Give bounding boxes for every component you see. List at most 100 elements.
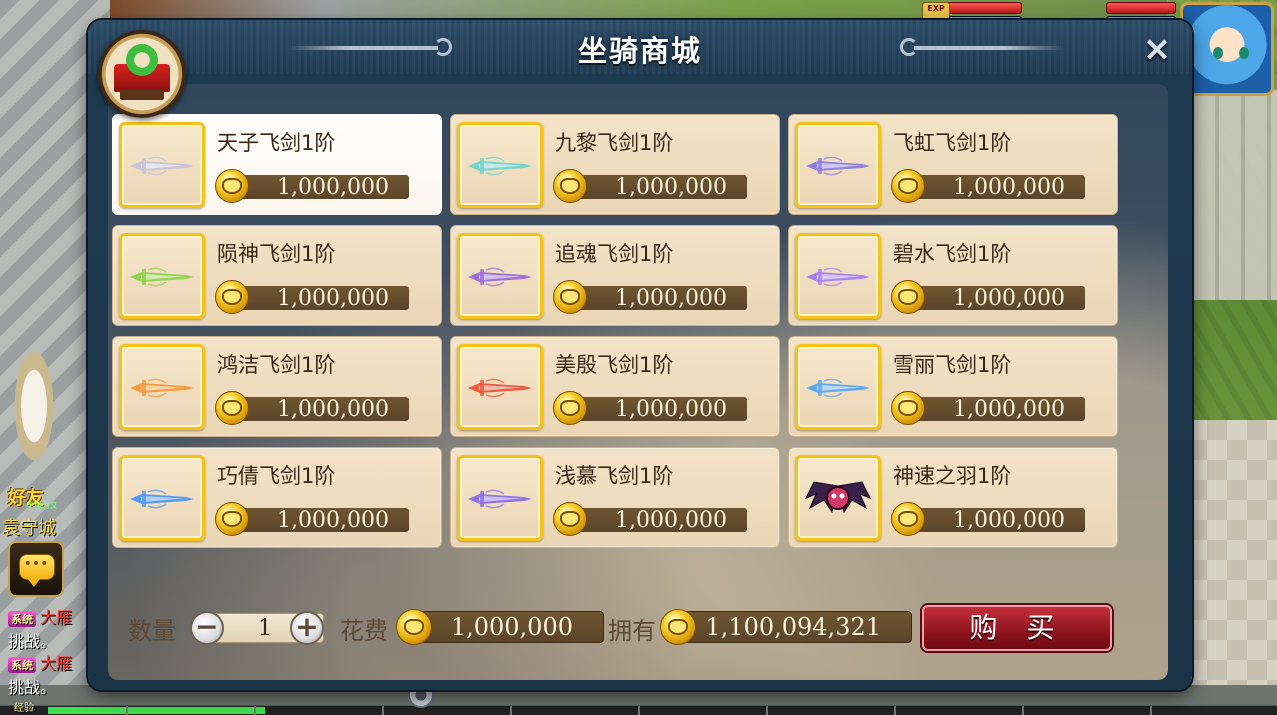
mount-shop-dialog: 坐骑商城 × 天子飞剑1阶 1,000,000 九黎飞剑1阶 1,000,000 飞虹飞… xyxy=(88,20,1192,690)
item-name: 神速之羽1阶 xyxy=(893,464,1012,488)
mount-item-card[interactable]: 神速之羽1阶 1,000,000 xyxy=(788,447,1118,548)
item-price: 1,000,000 xyxy=(277,397,389,422)
gold-coin-icon xyxy=(215,280,249,314)
sword-indigo-icon xyxy=(468,489,532,509)
gold-coin-icon xyxy=(660,609,696,645)
decrease-quantity-button[interactable]: − xyxy=(190,611,224,645)
item-price: 1,000,000 xyxy=(953,175,1065,200)
item-price: 1,000,000 xyxy=(277,286,389,311)
item-thumbnail[interactable] xyxy=(119,455,205,541)
item-price: 1,000,000 xyxy=(615,286,727,311)
sword-green-icon xyxy=(130,267,194,287)
item-thumbnail[interactable] xyxy=(119,344,205,430)
item-grid: 天子飞剑1阶 1,000,000 九黎飞剑1阶 1,000,000 飞虹飞剑1阶 1,00… xyxy=(112,114,1118,548)
gold-coin-icon xyxy=(553,391,587,425)
item-name: 巧倩飞剑1阶 xyxy=(217,464,336,488)
item-name: 浅慕飞剑1阶 xyxy=(555,464,674,488)
item-price: 1,000,000 xyxy=(615,508,727,533)
sword-orange-icon xyxy=(130,378,194,398)
mount-item-card[interactable]: 追魂飞剑1阶 1,000,000 xyxy=(450,225,780,326)
gold-coin-icon xyxy=(891,169,925,203)
mount-item-card[interactable]: 雪丽飞剑1阶 1,000,000 xyxy=(788,336,1118,437)
gold-coin-icon xyxy=(553,280,587,314)
item-price: 1,000,000 xyxy=(953,286,1065,311)
dialog-title: 坐骑商城 xyxy=(577,34,702,68)
increase-quantity-button[interactable]: + xyxy=(290,611,324,645)
buy-button[interactable]: 购 买 xyxy=(922,605,1112,651)
item-name: 飞虹飞剑1阶 xyxy=(893,131,1012,155)
cost-label: 花费 xyxy=(340,617,388,645)
exp-label: 经验 xyxy=(14,703,34,714)
item-price-box: 1,000,000 xyxy=(231,397,409,422)
item-name: 碧水飞剑1阶 xyxy=(893,242,1012,266)
sword-blue-orange-icon xyxy=(806,378,870,398)
item-name: 陨神飞剑1阶 xyxy=(217,242,336,266)
mount-item-card[interactable]: 美殷飞剑1阶 1,000,000 xyxy=(450,336,780,437)
system-tag: 系统 xyxy=(8,657,36,673)
sword-red-icon xyxy=(468,378,532,398)
item-price: 1,000,000 xyxy=(615,175,727,200)
mount-item-card[interactable]: 巧倩飞剑1阶 1,000,000 xyxy=(112,447,442,548)
gold-coin-icon xyxy=(215,502,249,536)
mount-item-card[interactable]: 浅慕飞剑1阶 1,000,000 xyxy=(450,447,780,548)
gold-coin-icon xyxy=(891,502,925,536)
player-hp-bar xyxy=(1106,2,1176,14)
sword-silver-icon xyxy=(130,156,194,176)
exp-bar xyxy=(0,705,1277,715)
cost-value: 1,000,000 xyxy=(450,613,573,641)
item-price: 1,000,000 xyxy=(615,397,727,422)
item-name: 雪丽飞剑1阶 xyxy=(893,353,1012,377)
close-button[interactable]: × xyxy=(1142,32,1172,66)
item-price-box: 1,000,000 xyxy=(907,286,1085,311)
gold-coin-icon xyxy=(891,280,925,314)
item-thumbnail[interactable] xyxy=(795,455,881,541)
cost-value-box: 1,000,000 xyxy=(410,611,604,643)
item-thumbnail[interactable] xyxy=(795,122,881,208)
item-price: 1,000,000 xyxy=(277,175,389,200)
balance-value: 1,100,094,321 xyxy=(705,613,881,641)
quantity-label: 数量 xyxy=(128,617,176,645)
item-thumbnail[interactable] xyxy=(795,344,881,430)
item-thumbnail[interactable] xyxy=(457,233,543,319)
player-portrait-avatar[interactable] xyxy=(1180,2,1274,96)
item-price-box: 1,000,000 xyxy=(907,508,1085,533)
sword-blue-icon xyxy=(130,489,194,509)
chat-button[interactable]: ••• xyxy=(8,541,64,597)
balance-label: 拥有 xyxy=(608,617,656,645)
item-price: 1,000,000 xyxy=(953,397,1065,422)
gold-coin-icon xyxy=(891,391,925,425)
gold-coin-icon xyxy=(215,169,249,203)
item-thumbnail[interactable] xyxy=(795,233,881,319)
mount-item-card[interactable]: 飞虹飞剑1阶 1,000,000 xyxy=(788,114,1118,215)
item-price-box: 1,000,000 xyxy=(569,397,747,422)
item-price-box: 1,000,000 xyxy=(569,508,747,533)
item-price-box: 1,000,000 xyxy=(231,508,409,533)
friend-npc-avatar[interactable] xyxy=(4,350,64,490)
item-price: 1,000,000 xyxy=(277,508,389,533)
dialog-title-bar: 坐骑商城 × xyxy=(88,20,1192,74)
gold-coin-icon xyxy=(553,169,587,203)
purchase-footer: 数量 1 − + 花费 1,000,000 拥有 1,100,094,321 购… xyxy=(88,605,1192,655)
item-name: 九黎飞剑1阶 xyxy=(555,131,674,155)
item-price-box: 1,000,000 xyxy=(569,286,747,311)
item-thumbnail[interactable] xyxy=(457,122,543,208)
item-thumbnail[interactable] xyxy=(457,455,543,541)
item-thumbnail[interactable] xyxy=(119,122,205,208)
item-price-box: 1,000,000 xyxy=(907,175,1085,200)
mount-item-card[interactable]: 碧水飞剑1阶 1,000,000 xyxy=(788,225,1118,326)
item-name: 鸿洁飞剑1阶 xyxy=(217,353,336,377)
wing-demon-icon xyxy=(804,481,872,514)
mount-item-card[interactable]: 九黎飞剑1阶 1,000,000 xyxy=(450,114,780,215)
sword-violet-icon xyxy=(806,156,870,176)
balance-value-box: 1,100,094,321 xyxy=(674,611,912,643)
item-thumbnail[interactable] xyxy=(119,233,205,319)
sword-purple-icon xyxy=(468,267,532,287)
mount-item-card[interactable]: 鸿洁飞剑1阶 1,000,000 xyxy=(112,336,442,437)
gold-coin-icon xyxy=(553,502,587,536)
item-thumbnail[interactable] xyxy=(457,344,543,430)
mount-item-card[interactable]: 天子飞剑1阶 1,000,000 xyxy=(112,114,442,215)
mount-item-card[interactable]: 陨神飞剑1阶 1,000,000 xyxy=(112,225,442,326)
npc-name-label: 袁守城 xyxy=(2,518,56,539)
system-tag: 系统 xyxy=(8,611,36,627)
item-price: 1,000,000 xyxy=(953,508,1065,533)
